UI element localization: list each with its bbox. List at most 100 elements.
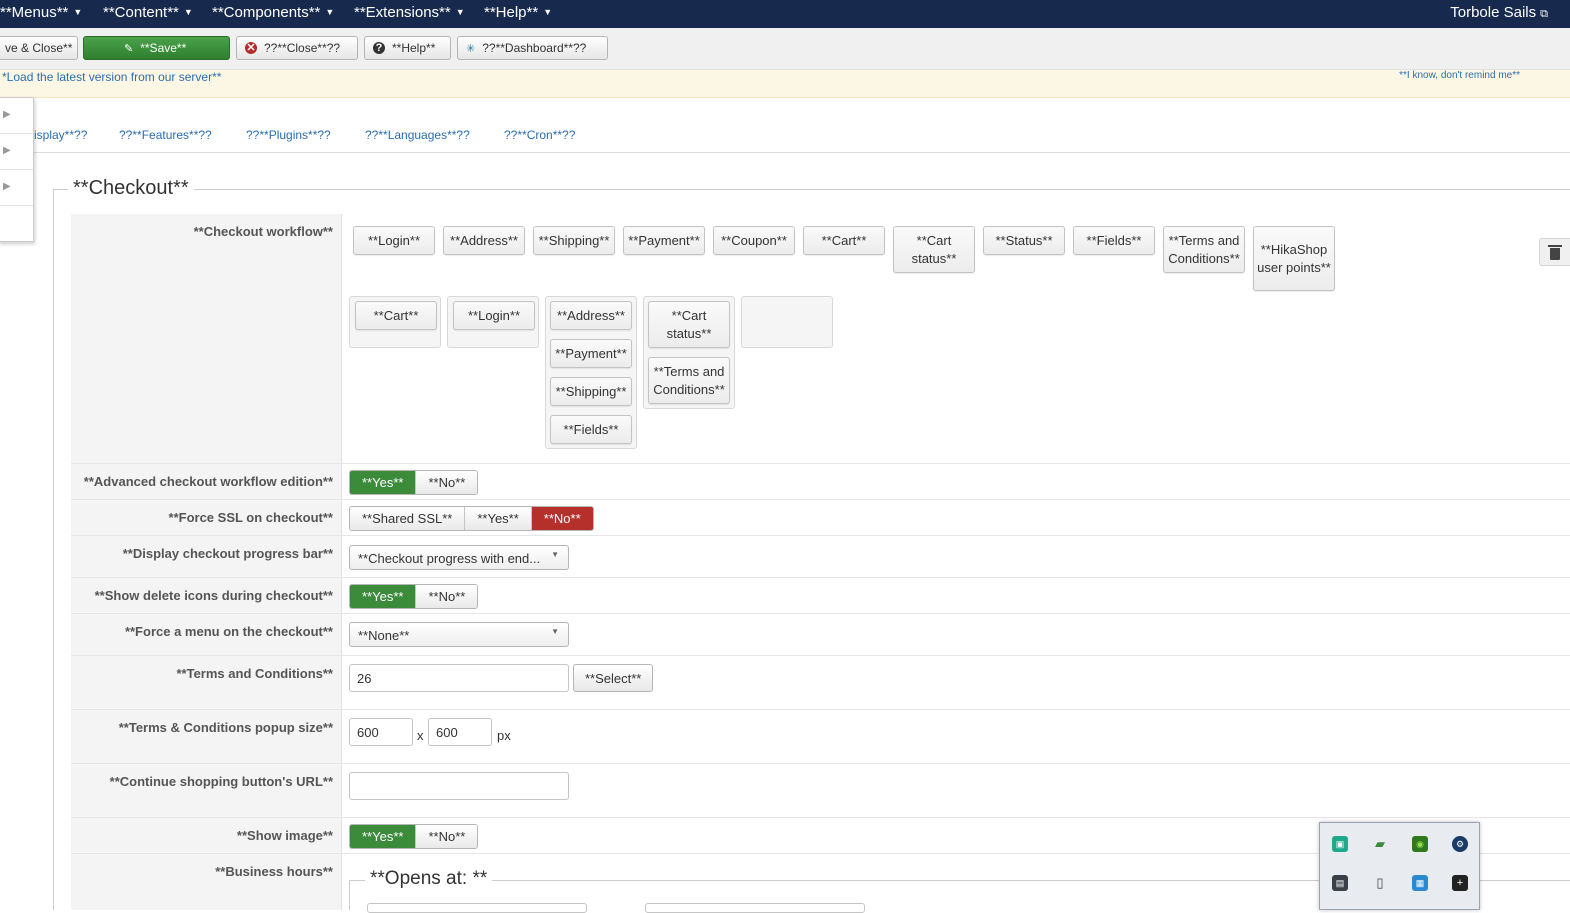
fieldset-border bbox=[53, 189, 1570, 190]
caret-down-icon: ▼ bbox=[543, 7, 553, 17]
app-tray-icon[interactable]: ▣ bbox=[1332, 836, 1348, 852]
step-chip[interactable]: **Cart status** bbox=[893, 226, 975, 273]
opens-at-day-select[interactable] bbox=[367, 903, 587, 913]
caret-down-icon: ▼ bbox=[455, 7, 465, 17]
printer-tray-icon[interactable]: ▤ bbox=[1332, 875, 1348, 891]
usb-drive-tray-icon[interactable]: ▯ bbox=[1372, 875, 1388, 891]
terms-article-input[interactable]: 26 bbox=[349, 664, 569, 692]
flyout-item[interactable]: ▶ bbox=[0, 170, 33, 206]
no-option[interactable]: **No** bbox=[416, 825, 478, 848]
step-chip[interactable]: **Address** bbox=[443, 226, 525, 255]
config-tabs: isplay**?? ??**Features**?? ??**Plugins*… bbox=[0, 98, 1570, 153]
force-menu-select[interactable]: **None** ▼ bbox=[349, 622, 569, 647]
workflow-step[interactable]: **Terms and Conditions** bbox=[648, 357, 730, 404]
save-and-close-button[interactable]: ve & Close** bbox=[0, 36, 78, 60]
add-tray-icon[interactable]: + bbox=[1452, 875, 1468, 891]
display-tray-icon[interactable]: ▦ bbox=[1412, 875, 1428, 891]
step-chip[interactable]: **Coupon** bbox=[713, 226, 795, 255]
advanced-workflow-toggle: **Yes** **No** bbox=[349, 470, 479, 495]
progress-bar-select[interactable]: **Checkout progress with end... ▼ bbox=[349, 545, 569, 570]
row-label-advanced: **Advanced checkout workflow edition** bbox=[71, 464, 341, 500]
menu-extensions[interactable]: **Extensions** ▼ bbox=[354, 4, 465, 21]
menu-content[interactable]: **Content** ▼ bbox=[103, 4, 193, 21]
caret-down-icon: ▼ bbox=[73, 7, 83, 17]
chevron-right-icon: ▶ bbox=[3, 109, 11, 120]
opens-at-time-select[interactable] bbox=[645, 903, 865, 913]
shared-ssl-option[interactable]: **Shared SSL** bbox=[350, 507, 466, 530]
step-chip[interactable]: **Fields** bbox=[1073, 226, 1155, 255]
button-label: **Save** bbox=[140, 41, 187, 55]
no-option[interactable]: **No** bbox=[416, 585, 478, 608]
popup-width-input[interactable]: 600 bbox=[349, 718, 413, 746]
step-chip[interactable]: **Cart** bbox=[803, 226, 885, 255]
select-value: **None** bbox=[358, 628, 410, 643]
no-option[interactable]: **No** bbox=[416, 471, 478, 494]
continue-url-input[interactable] bbox=[349, 772, 569, 800]
yes-option[interactable]: **Yes** bbox=[465, 507, 532, 530]
chevron-right-icon: ▶ bbox=[3, 181, 11, 192]
row-label-delete-icons: **Show delete icons during checkout** bbox=[71, 578, 341, 614]
unit-label: px bbox=[497, 728, 511, 743]
popup-height-input[interactable]: 600 bbox=[428, 718, 492, 746]
step-chip[interactable]: **Status** bbox=[983, 226, 1065, 255]
step-chip[interactable]: **Shipping** bbox=[533, 226, 615, 255]
help-button[interactable]: ? **Help** bbox=[364, 36, 451, 60]
menu-label: **Components** bbox=[212, 4, 321, 21]
label-text: **Business hours** bbox=[215, 864, 333, 879]
label-text: **Checkout workflow** bbox=[193, 224, 333, 239]
yes-option[interactable]: **Yes** bbox=[350, 825, 417, 848]
site-link[interactable]: Torbole Sails ⧉ bbox=[1450, 4, 1548, 21]
menu-label: **Menus** bbox=[0, 4, 69, 21]
workflow-step[interactable]: **Cart status** bbox=[648, 301, 730, 348]
edit-icon: ✎ bbox=[124, 42, 134, 55]
step-chip[interactable]: **HikaShop user points** bbox=[1253, 226, 1335, 291]
workflow-step[interactable]: **Address** bbox=[550, 301, 632, 330]
tab-display[interactable]: isplay**?? bbox=[34, 128, 87, 142]
yes-option[interactable]: **Yes** bbox=[350, 471, 417, 494]
workflow-step[interactable]: **Login** bbox=[453, 301, 535, 330]
workflow-step[interactable]: **Cart** bbox=[355, 301, 437, 330]
tab-cron[interactable]: ??**Cron**?? bbox=[504, 128, 575, 142]
steam-tray-icon[interactable]: ⚙ bbox=[1452, 836, 1468, 852]
workflow-group-empty[interactable] bbox=[741, 296, 833, 348]
row-label-progress: **Display checkout progress bar** bbox=[71, 536, 341, 578]
workflow-step[interactable]: **Shipping** bbox=[550, 377, 632, 406]
flyout-item[interactable]: ▶ bbox=[0, 134, 33, 170]
yes-option[interactable]: **Yes** bbox=[350, 585, 417, 608]
label-text: **Force a menu on the checkout** bbox=[124, 624, 333, 639]
no-option[interactable]: **No** bbox=[531, 507, 593, 530]
flyout-item[interactable] bbox=[0, 206, 33, 242]
button-label: ve & Close** bbox=[5, 41, 73, 55]
force-ssl-toggle: **Shared SSL** **Yes** **No** bbox=[349, 506, 594, 531]
row-label-show-image: **Show image** bbox=[71, 818, 341, 854]
system-tray-overflow: ▣ ▰ ◉ ⚙ ▤ ▯ ▦ + bbox=[1319, 822, 1480, 910]
dismiss-link[interactable]: **I know, don't remind me** bbox=[1399, 70, 1520, 81]
toolbar: ve & Close** ✎ **Save** ✕ ??**Close**?? ? *… bbox=[0, 28, 1570, 70]
step-chip[interactable]: **Login** bbox=[353, 226, 435, 255]
label-text: **Display checkout progress bar** bbox=[122, 546, 333, 561]
nvidia-tray-icon[interactable]: ◉ bbox=[1412, 836, 1428, 852]
row-label-force-ssl: **Force SSL on checkout** bbox=[71, 500, 341, 536]
close-button[interactable]: ✕ ??**Close**?? bbox=[236, 36, 358, 60]
step-chip[interactable]: **Payment** bbox=[623, 226, 705, 255]
menu-components[interactable]: **Components** ▼ bbox=[212, 4, 334, 21]
dashboard-button[interactable]: ✳ ??**Dashboard**?? bbox=[457, 36, 608, 60]
row-label-popup-size: **Terms & Conditions popup size** bbox=[71, 710, 341, 764]
menu-menus[interactable]: **Menus** ▼ bbox=[0, 4, 82, 21]
row-label-terms: **Terms and Conditions** bbox=[71, 656, 341, 710]
step-chip[interactable]: **Terms and Conditions** bbox=[1163, 226, 1245, 273]
trash-icon[interactable] bbox=[1539, 238, 1570, 266]
flyout-item[interactable]: ▶ bbox=[0, 98, 33, 134]
workflow-step[interactable]: **Fields** bbox=[550, 415, 632, 444]
save-button[interactable]: ✎ **Save** bbox=[83, 36, 230, 60]
tab-languages[interactable]: ??**Languages**?? bbox=[365, 128, 470, 142]
select-article-button[interactable]: **Select** bbox=[573, 664, 654, 692]
load-latest-link[interactable]: *Load the latest version from our server… bbox=[2, 70, 221, 84]
button-label: ??**Close**?? bbox=[264, 41, 341, 55]
tab-plugins[interactable]: ??**Plugins**?? bbox=[246, 128, 331, 142]
dropdown-arrow-icon: ▼ bbox=[551, 550, 559, 559]
battery-tray-icon[interactable]: ▰ bbox=[1372, 836, 1388, 852]
workflow-step[interactable]: **Payment** bbox=[550, 339, 632, 368]
menu-help[interactable]: **Help** ▼ bbox=[484, 4, 552, 21]
tab-features[interactable]: ??**Features**?? bbox=[119, 128, 212, 142]
